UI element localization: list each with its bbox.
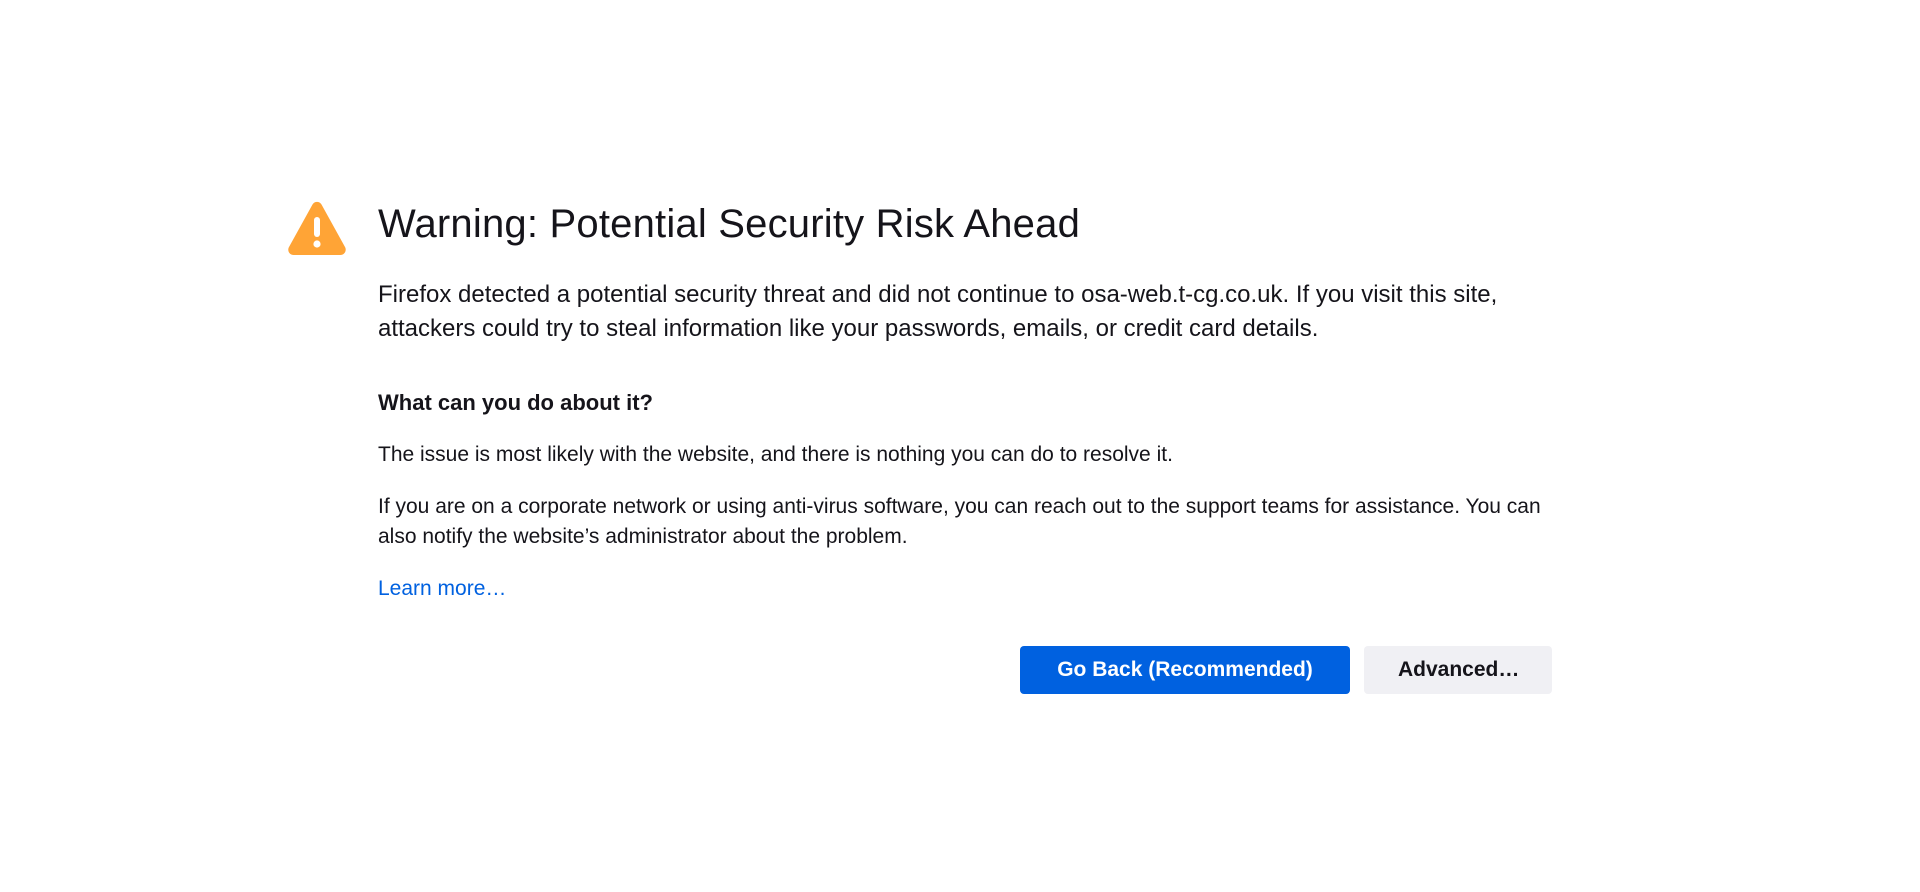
issue-paragraph: The issue is most likely with the websit… xyxy=(378,443,1173,466)
security-warning-page: Warning: Potential Security Risk Ahead F… xyxy=(0,0,1920,892)
learn-more-link[interactable]: Learn more… xyxy=(378,574,506,604)
what-can-you-do-heading: What can you do about it? xyxy=(378,390,653,415)
button-row: Go Back (Recommended) Advanced… xyxy=(1020,646,1552,694)
corporate-network-paragraph: If you are on a corporate network or usi… xyxy=(378,495,1541,548)
advanced-button[interactable]: Advanced… xyxy=(1364,646,1552,694)
warning-icon xyxy=(288,201,346,255)
go-back-button[interactable]: Go Back (Recommended) xyxy=(1020,646,1350,694)
page-title: Warning: Potential Security Risk Ahead xyxy=(378,202,1081,246)
intro-text: Firefox detected a potential security th… xyxy=(378,281,1498,342)
main-content: Warning: Potential Security Risk Ahead F… xyxy=(378,196,1550,604)
